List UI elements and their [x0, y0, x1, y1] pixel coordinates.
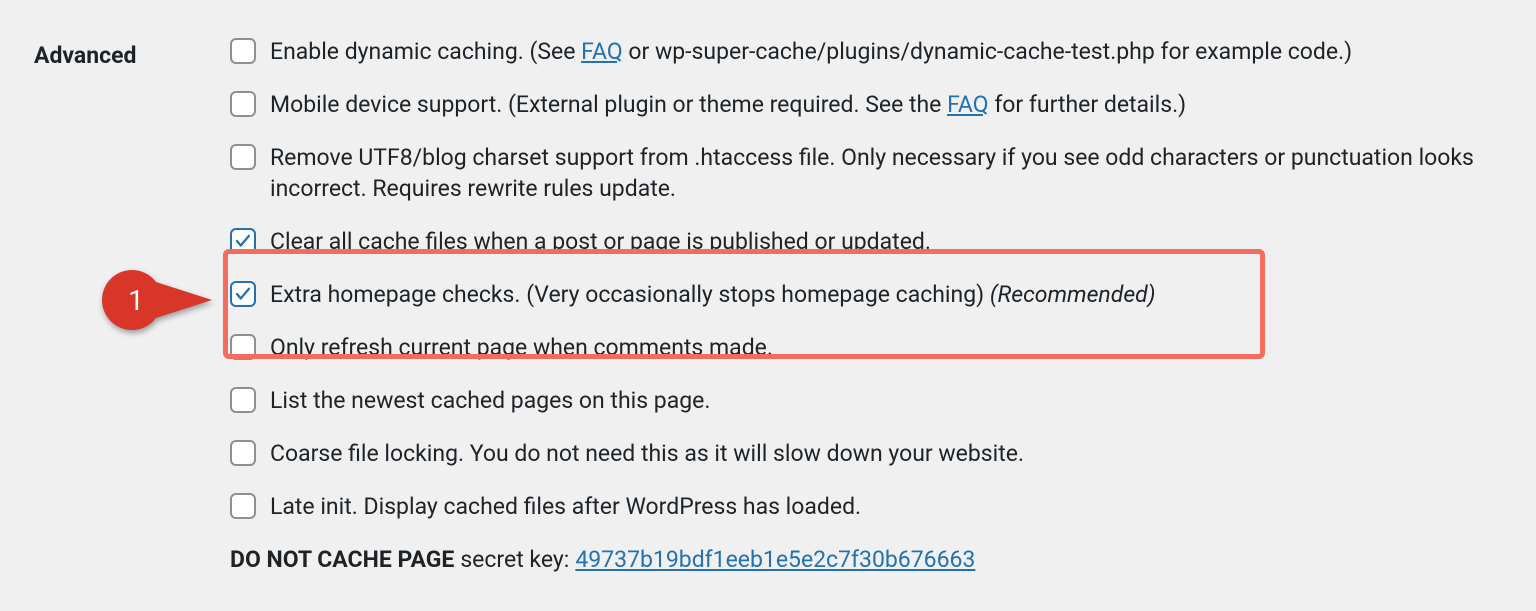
option-extra-homepage: Extra homepage checks. (Very occasionall…: [230, 279, 1476, 310]
faq-link[interactable]: FAQ: [581, 38, 623, 65]
label-dynamic-caching: Enable dynamic caching. (See FAQ or wp-s…: [270, 36, 1476, 67]
check-icon: [234, 232, 252, 250]
secret-key-link[interactable]: 49737b19bdf1eeb1e5e2c7f30b676663: [575, 544, 975, 575]
text-segment: secret key:: [460, 544, 569, 575]
annotation-callout: 1: [102, 270, 212, 330]
checkbox-mobile-support[interactable]: [230, 91, 256, 117]
label-clear-all: Clear all cache files when a post or pag…: [270, 226, 1476, 257]
label-coarse-lock: Coarse file locking. You do not need thi…: [270, 438, 1476, 469]
annotation-number: 1: [102, 270, 170, 330]
checkbox-dynamic-caching[interactable]: [230, 38, 256, 64]
check-icon: [234, 285, 252, 303]
option-dynamic-caching: Enable dynamic caching. (See FAQ or wp-s…: [230, 36, 1476, 67]
option-only-refresh: Only refresh current page when comments …: [230, 332, 1476, 363]
checkbox-remove-utf8[interactable]: [230, 144, 256, 170]
label-extra-homepage: Extra homepage checks. (Very occasionall…: [270, 279, 1476, 310]
option-coarse-lock: Coarse file locking. You do not need thi…: [230, 438, 1476, 469]
text-segment: Extra homepage checks. (Very occasionall…: [270, 281, 990, 308]
option-list-newest: List the newest cached pages on this pag…: [230, 385, 1476, 416]
option-clear-all: Clear all cache files when a post or pag…: [230, 226, 1476, 257]
faq-link[interactable]: FAQ: [947, 91, 989, 118]
option-mobile-support: Mobile device support. (External plugin …: [230, 89, 1476, 120]
text-segment: Mobile device support. (External plugin …: [270, 91, 947, 118]
text-segment: Enable dynamic caching. (See: [270, 38, 581, 65]
checkbox-clear-all[interactable]: [230, 228, 256, 254]
section-heading: Advanced: [34, 36, 230, 69]
checkbox-list-newest[interactable]: [230, 387, 256, 413]
checkbox-late-init[interactable]: [230, 493, 256, 519]
secret-key-row: DO NOT CACHE PAGE secret key: 49737b19bd…: [230, 544, 1476, 575]
text-segment: for further details.): [989, 91, 1187, 118]
secret-key-label: DO NOT CACHE PAGE: [230, 544, 454, 575]
label-list-newest: List the newest cached pages on this pag…: [270, 385, 1476, 416]
label-late-init: Late init. Display cached files after Wo…: [270, 491, 1476, 522]
label-only-refresh: Only refresh current page when comments …: [270, 332, 1476, 363]
label-mobile-support: Mobile device support. (External plugin …: [270, 89, 1476, 120]
label-remove-utf8: Remove UTF8/blog charset support from .h…: [270, 142, 1476, 204]
option-late-init: Late init. Display cached files after Wo…: [230, 491, 1476, 522]
option-remove-utf8: Remove UTF8/blog charset support from .h…: [230, 142, 1476, 204]
checkbox-coarse-lock[interactable]: [230, 440, 256, 466]
checkbox-only-refresh[interactable]: [230, 334, 256, 360]
recommended-note: (Recommended): [990, 281, 1156, 308]
text-segment: or wp-super-cache/plugins/dynamic-cache-…: [623, 38, 1353, 65]
checkbox-extra-homepage[interactable]: [230, 281, 256, 307]
